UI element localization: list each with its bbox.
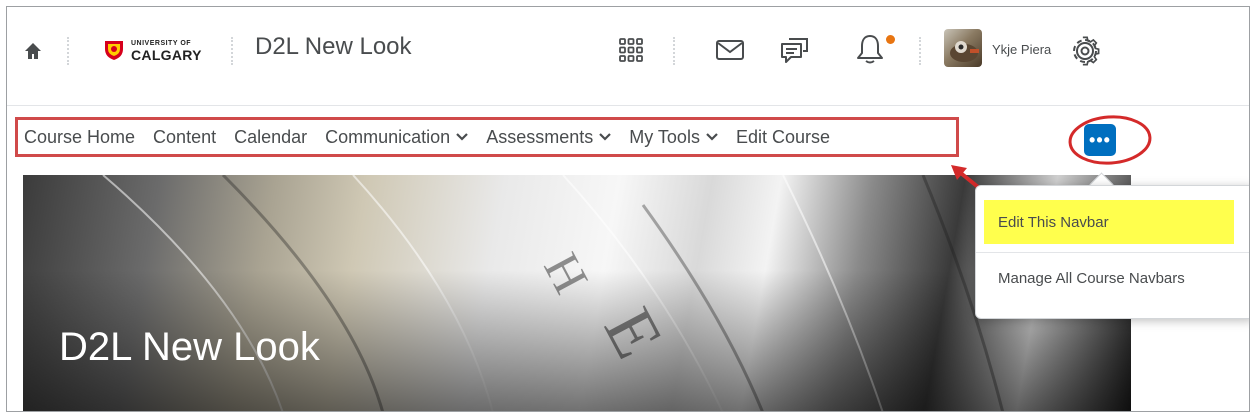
chat-icon[interactable]	[779, 33, 811, 65]
nav-course-home[interactable]: Course Home	[24, 127, 135, 148]
menu-divider	[976, 252, 1249, 253]
divider	[67, 37, 69, 65]
menu-item-label: Edit This Navbar	[998, 213, 1109, 231]
nav-label: Edit Course	[735, 126, 830, 147]
top-header: UNIVERSITY OF CALGARY D2L New Look Ykje …	[7, 7, 1249, 105]
app-frame: UNIVERSITY OF CALGARY D2L New Look Ykje …	[6, 6, 1250, 412]
home-icon[interactable]	[23, 41, 43, 61]
nav-assessments[interactable]: Assessments	[486, 126, 612, 148]
banner-title: D2L New Look	[59, 325, 320, 369]
annotation-circle	[1068, 115, 1152, 165]
nav-label: Communication	[325, 126, 451, 147]
avatar-image-icon	[950, 41, 979, 62]
nav-edit-course[interactable]: Edit Course	[736, 127, 830, 148]
nav-label: Course Home	[24, 126, 136, 147]
crest-icon	[105, 41, 123, 60]
course-navbar: Course Home Content Calendar Communicati…	[15, 117, 959, 157]
logo-text-small: UNIVERSITY OF	[131, 40, 192, 47]
nav-label: Content	[153, 126, 217, 147]
nav-calendar[interactable]: Calendar	[234, 127, 307, 148]
nav-my-tools[interactable]: My Tools	[629, 127, 718, 148]
course-title[interactable]: D2L New Look	[255, 33, 412, 61]
navbar-options-menu: Edit This Navbar Manage All Course Navba…	[975, 185, 1249, 319]
gear-icon[interactable]	[1069, 35, 1101, 67]
mail-icon[interactable]	[715, 39, 745, 61]
nav-label: Calendar	[234, 126, 308, 147]
bell-icon[interactable]	[855, 33, 885, 65]
header-divider	[7, 105, 1249, 106]
menu-item-manage-all-navbars[interactable]: Manage All Course Navbars	[984, 256, 1234, 300]
divider	[673, 37, 675, 65]
nav-content[interactable]: Content	[153, 127, 216, 148]
notification-badge	[886, 35, 895, 44]
avatar[interactable]	[944, 29, 982, 67]
nav-communication[interactable]: Communication	[325, 127, 468, 148]
divider	[919, 37, 921, 65]
course-selector-grid-icon[interactable]	[618, 37, 644, 63]
divider	[231, 37, 233, 65]
nav-label: My Tools	[629, 126, 700, 147]
menu-item-edit-this-navbar[interactable]: Edit This Navbar	[984, 200, 1234, 244]
chevron-down-icon	[706, 133, 718, 141]
menu-item-label: Manage All Course Navbars	[998, 269, 1185, 287]
chevron-down-icon	[456, 133, 468, 141]
chevron-down-icon	[599, 133, 612, 141]
logo-text-big: CALGARY	[131, 47, 202, 63]
nav-label: Assessments	[486, 126, 594, 147]
university-logo[interactable]: UNIVERSITY OF CALGARY	[103, 37, 203, 65]
user-name[interactable]: Ykje Piera	[992, 42, 1051, 57]
